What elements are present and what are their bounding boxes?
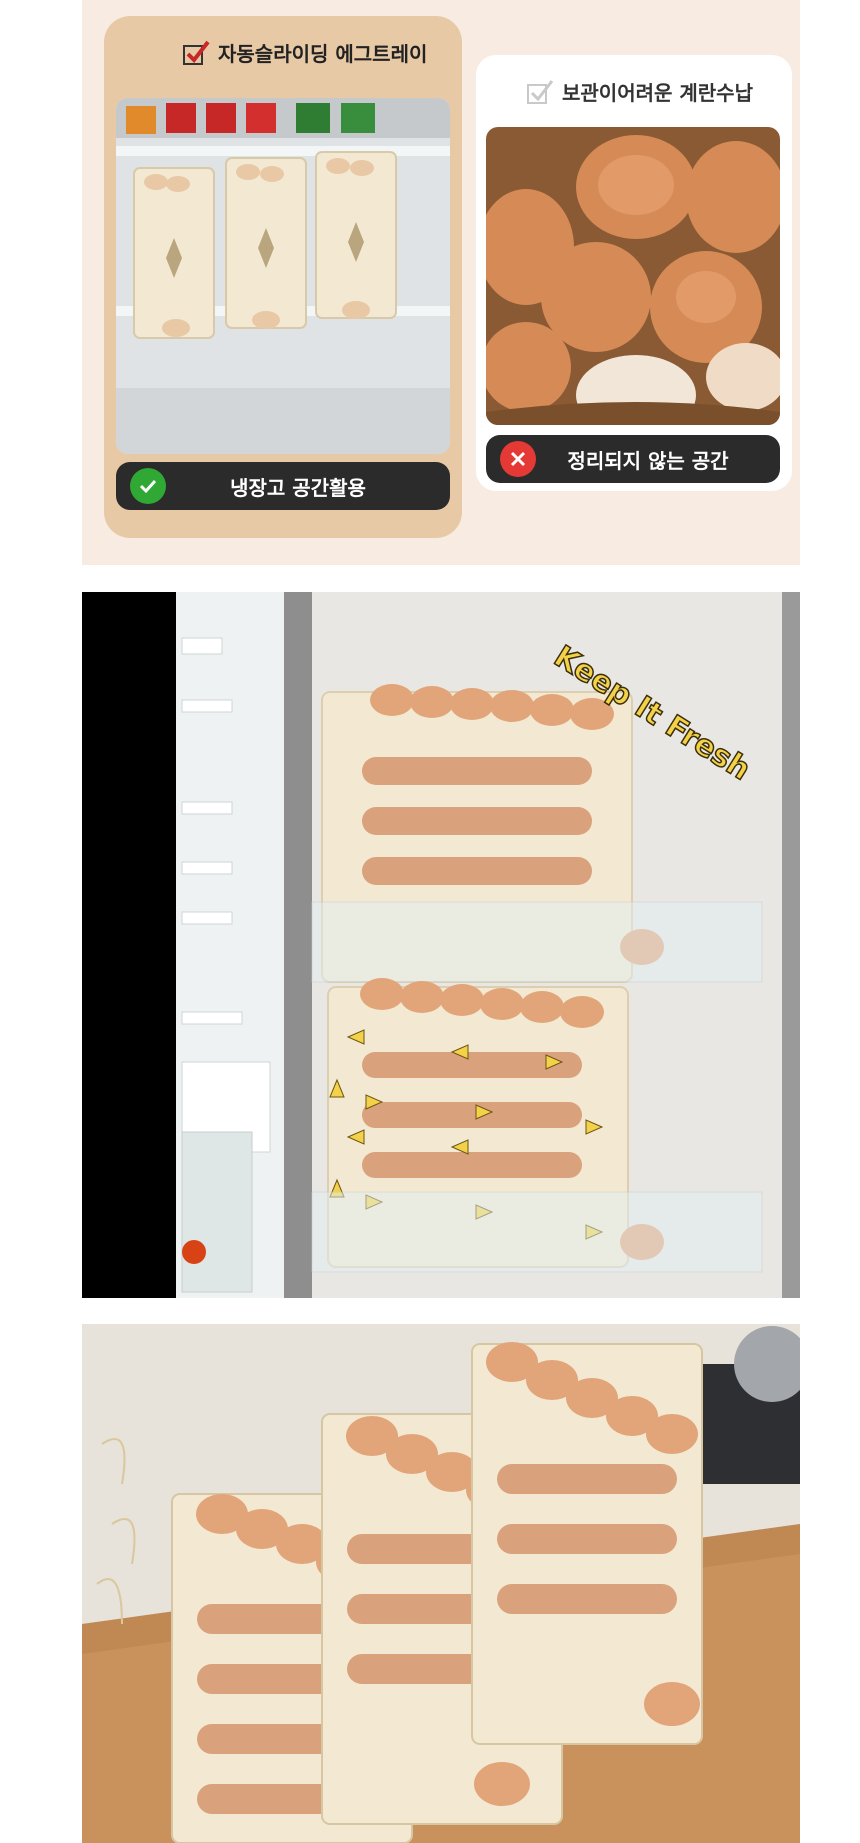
right-caption-row: 보관이어려운 계란수납 <box>526 77 753 106</box>
right-badge-label: 정리되지 않는 공간 <box>567 448 729 473</box>
fridge-trays-photo <box>116 98 450 454</box>
right-comparison-card: 보관이어려운 계란수납 정리되지 않는 공간 <box>476 55 792 491</box>
comparison-panel: 자동슬라이딩 에그트레이 냉장고 공간활용 보관이어려운 계란수납 정리되지 않… <box>82 0 800 565</box>
right-caption: 보관이어려운 계란수납 <box>562 81 753 105</box>
x-circle-icon <box>500 441 536 477</box>
checkbox-faded-icon <box>527 79 554 104</box>
fridge-door-photo: Keep It Fresh <box>82 592 800 1298</box>
left-badge: 냉장고 공간활용 <box>116 462 450 510</box>
left-caption-row: 자동슬라이딩 에그트레이 <box>182 38 427 67</box>
left-badge-label: 냉장고 공간활용 <box>230 475 366 500</box>
checkbox-checked-icon <box>183 40 210 65</box>
egg-basket-photo <box>486 127 780 425</box>
left-comparison-card: 자동슬라이딩 에그트레이 냉장고 공간활용 <box>104 16 462 538</box>
countertop-trays-photo <box>82 1324 800 1843</box>
right-badge: 정리되지 않는 공간 <box>486 435 780 483</box>
left-caption: 자동슬라이딩 에그트레이 <box>218 42 428 66</box>
check-circle-icon <box>130 468 166 504</box>
